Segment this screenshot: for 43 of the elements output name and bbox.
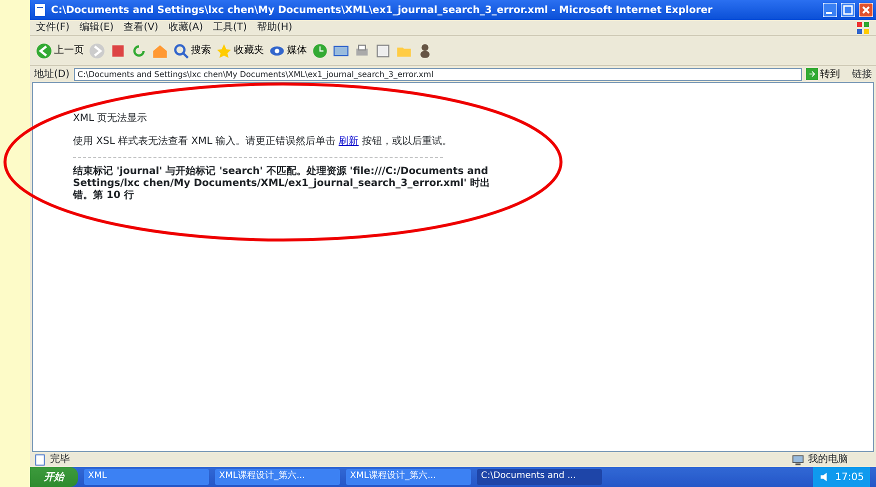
toolbar-button[interactable]: 收藏夹 [216, 42, 264, 58]
back-icon [36, 42, 52, 58]
refresh-link[interactable]: 刷新 [338, 136, 359, 147]
toolbar-button[interactable]: 上一页 [36, 42, 84, 58]
address-label: 地址(D) [34, 68, 70, 82]
menu-item[interactable]: 查看(V) [124, 20, 158, 35]
minimize-icon[interactable] [823, 3, 837, 17]
stop-icon[interactable] [110, 42, 126, 58]
windows-logo-icon [856, 20, 870, 34]
menu-item[interactable]: 编辑(E) [80, 20, 114, 35]
toolbar-button[interactable]: 媒体 [269, 42, 307, 58]
page-heading: XML 页无法显示 [73, 112, 148, 126]
printer-icon[interactable] [354, 42, 370, 58]
toolbar-button[interactable]: 搜索 [173, 42, 211, 58]
menu-item[interactable]: 收藏(A) [168, 20, 203, 35]
menu-item[interactable]: 文件(F) [36, 20, 70, 35]
history-icon[interactable] [312, 42, 328, 58]
taskbar-button[interactable]: XML [84, 469, 209, 485]
menu-item[interactable]: 帮助(H) [256, 20, 292, 35]
clock-text: 17:05 [835, 470, 864, 484]
error-message: 使用 XSL 样式表无法查看 XML 输入。请更正错误然后单击 刷新 按钮，或以后重试。 [73, 134, 453, 149]
maximize-icon[interactable] [841, 3, 855, 17]
menu-item[interactable]: 工具(T) [213, 20, 247, 35]
status-text: 完毕 [50, 452, 70, 467]
page-icon [33, 3, 47, 17]
search-icon [173, 42, 189, 58]
error-details: 结束标记 'journal' 与开始标记 'search' 不匹配。处理资源 'file:///C:/Documents and Settings/lxc chen/My Documents/XML/ex1_journal_search_3_error.xml' 时出错。第 10 行 [73, 166, 492, 202]
taskbar-button[interactable]: XML课程设计_第六... [346, 469, 471, 485]
window-title: C:\Documents and Settings\lxc chen\My Documents\XML\ex1_journal_search_3_error.xml - Microsoft Internet Explorer [51, 4, 712, 18]
close-icon[interactable] [859, 3, 873, 17]
computer-icon [792, 454, 804, 466]
links-label[interactable]: 链接 [852, 66, 872, 82]
zone-text: 我的电脑 [808, 452, 848, 467]
taskbar-button[interactable]: XML课程设计_第六... [215, 469, 340, 485]
page-icon [34, 454, 46, 466]
star-icon [216, 42, 232, 58]
taskbar-button[interactable]: C:\Documents and ... [477, 469, 602, 485]
go-button[interactable]: 转到 [806, 66, 840, 82]
start-button[interactable]: 开始 [30, 467, 78, 487]
address-field[interactable]: C:\Documents and Settings\lxc chen\My Documents\XML\ex1_journal_search_3_error.xml [74, 68, 802, 80]
refresh-icon[interactable] [131, 42, 147, 58]
document-icon[interactable] [375, 42, 391, 58]
go-arrow-icon [806, 68, 818, 80]
